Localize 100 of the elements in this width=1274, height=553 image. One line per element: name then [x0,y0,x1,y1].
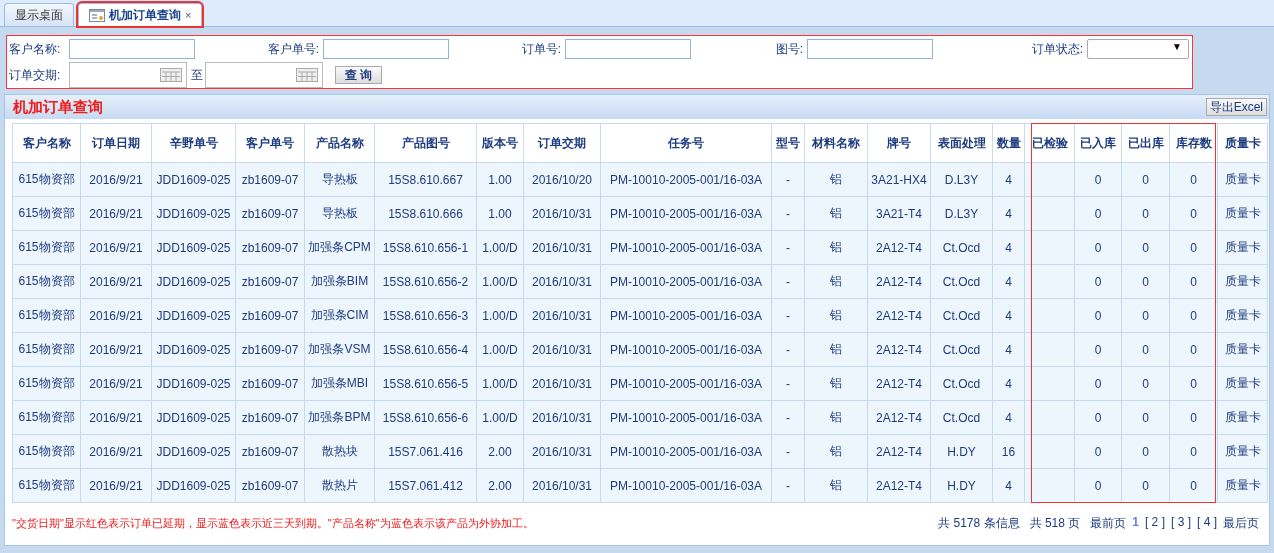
table-cell: Ct.Ocd [930,400,993,435]
input-field[interactable] [69,39,195,59]
table-cell: 2016/10/31 [523,434,601,469]
table-cell: 15S8.610.656-6 [374,400,477,435]
column-header: 型号 [771,123,805,163]
quality-card-link[interactable]: 质量卡 [1217,230,1268,265]
table-cell: 0 [1074,332,1122,367]
table-cell: 2016/10/31 [523,298,601,333]
legend-note: "交货日期"显示红色表示订单已延期，显示蓝色表示近三天到期。"产品名称"为蓝色表示该产品为外协加工。 [12,515,534,531]
input-field[interactable] [565,39,691,59]
export-button[interactable]: 导出Excel [1205,98,1267,116]
filter-label: 图号: [774,40,803,58]
table-cell: 2A12-T4 [867,264,931,299]
table-cell: 0 [1074,162,1122,197]
table-cell: 2016/10/20 [523,162,601,197]
table-cell: H.DY [930,434,993,469]
table-cell: 0 [1074,264,1122,299]
calendar-icon[interactable] [296,68,318,82]
quality-card-link[interactable]: 质量卡 [1217,366,1268,401]
page-link[interactable]: [ 3 ] [1170,514,1191,532]
table-cell: 2016/10/31 [523,468,601,503]
column-header: 已检验 [1024,123,1075,163]
panel-title: 机加订单查询 [13,97,103,117]
table-cell: JDD1609-025 [151,332,236,367]
search-button[interactable]: 查 询 [335,66,382,84]
page-link[interactable]: [ 2 ] [1144,514,1165,532]
table-cell: 0 [1121,264,1170,299]
table-cell: JDD1609-025 [151,400,236,435]
table-cell: zb1609-07 [235,468,305,503]
quality-card-link[interactable]: 质量卡 [1217,298,1268,333]
table-cell: 15S8.610.656-2 [374,264,477,299]
table-cell: 2016/10/31 [523,264,601,299]
table-cell: 615物资部 [12,196,81,231]
form-icon [89,8,105,22]
table-cell: 加强条CIM [304,298,375,333]
page-link[interactable]: 1 [1132,514,1139,532]
table-cell: 0 [1121,468,1170,503]
column-header: 质量卡 [1217,123,1268,163]
table-cell: PM-10010-2005-001/16-03A [600,400,772,435]
table-cell: D.L3Y [930,162,993,197]
table-cell: 铝 [804,366,868,401]
table-cell: 2.00 [476,434,524,469]
tab[interactable]: 机加订单查询 × [78,3,203,26]
quality-card-link[interactable]: 质量卡 [1217,434,1268,469]
table-cell: 加强条CPM [304,230,375,265]
table-cell: 0 [1121,434,1170,469]
quality-card-link[interactable]: 质量卡 [1217,196,1268,231]
table-cell: 2.00 [476,468,524,503]
table-cell: PM-10010-2005-001/16-03A [600,298,772,333]
table-cell: 1.00 [476,196,524,231]
table-cell: PM-10010-2005-001/16-03A [600,332,772,367]
column-header: 订单交期 [523,123,601,163]
page-link[interactable]: [ 4 ] [1197,514,1217,532]
table-cell: 铝 [804,230,868,265]
table-cell: 铝 [804,162,868,197]
table-cell: 15S8.610.656-3 [374,298,477,333]
table-cell: 加强条BIM [304,264,375,299]
tab[interactable]: 显示桌面 [4,3,74,26]
input-field[interactable] [323,39,449,59]
table-cell: 2016/9/21 [80,366,152,401]
column-header: 牌号 [867,123,931,163]
date-field[interactable] [69,62,187,88]
table-cell: 2016/9/21 [80,230,152,265]
quality-card-link[interactable]: 质量卡 [1217,400,1268,435]
table-cell: JDD1609-025 [151,468,236,503]
table-cell: 铝 [804,196,868,231]
quality-card-link[interactable]: 质量卡 [1217,332,1268,367]
table-cell: zb1609-07 [235,230,305,265]
first-page-link[interactable]: 最前页 [1090,514,1127,532]
table-cell: 615物资部 [12,298,81,333]
table-cell: 615物资部 [12,468,81,503]
table-cell: Ct.Ocd [930,366,993,401]
table-cell: Ct.Ocd [930,230,993,265]
table-cell: PM-10010-2005-001/16-03A [600,196,772,231]
table-cell: 0 [1121,332,1170,367]
date-field[interactable] [205,62,323,88]
table-cell: 1.00/D [476,264,524,299]
table-cell: JDD1609-025 [151,298,236,333]
table-cell: 0 [1074,434,1122,469]
status-dropdown[interactable]: ▼ [1087,39,1189,59]
table-cell: 散热片 [304,468,375,503]
table-cell: 铝 [804,332,868,367]
quality-card-link[interactable]: 质量卡 [1217,162,1268,197]
quality-card-link[interactable]: 质量卡 [1217,468,1268,503]
table-cell: 1.00 [476,162,524,197]
table-cell: 0 [1074,366,1122,401]
table-cell: zb1609-07 [235,196,305,231]
column-header: 数量 [992,123,1025,163]
table-cell: 0 [1074,400,1122,435]
table-cell: PM-10010-2005-001/16-03A [600,434,772,469]
last-page-link[interactable]: 最后页 [1223,514,1259,532]
table-cell: 2A12-T4 [867,332,931,367]
quality-card-link[interactable]: 质量卡 [1217,264,1268,299]
filter-label: 订单号: [520,40,561,58]
table-cell: Ct.Ocd [930,264,993,299]
table-cell: 615物资部 [12,162,81,197]
input-field[interactable] [807,39,933,59]
calendar-icon[interactable] [160,68,182,82]
table-cell: 0 [1121,366,1170,401]
close-icon[interactable]: × [185,9,192,21]
